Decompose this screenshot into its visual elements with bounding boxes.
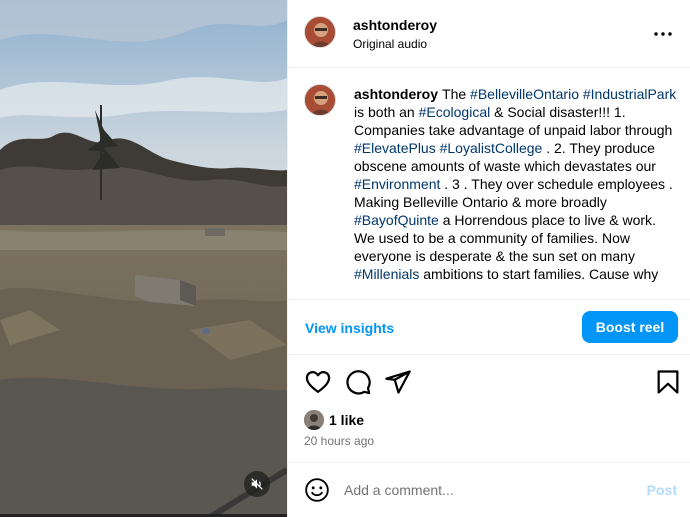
- caption-text-segment: is both an: [354, 104, 419, 120]
- profile-photo: [305, 85, 335, 115]
- hashtag-link[interactable]: #IndustrialPark: [583, 86, 676, 102]
- header-username[interactable]: ashtonderoy: [353, 17, 437, 33]
- comment-input[interactable]: [344, 477, 634, 503]
- emoji-icon[interactable]: [304, 477, 330, 503]
- audio-label[interactable]: Original audio: [353, 37, 427, 51]
- comment-icon[interactable]: [344, 368, 372, 396]
- mute-toggle-button[interactable]: [244, 471, 270, 497]
- bookmark-icon[interactable]: [654, 368, 682, 396]
- post-detail-panel: ashtonderoy Original audio ashtonderoy Th…: [287, 0, 690, 517]
- profile-photo: [305, 17, 335, 47]
- action-bar: [288, 368, 690, 398]
- video-frame: [0, 0, 287, 517]
- hashtag-link[interactable]: #BayofQuinte: [354, 212, 439, 228]
- heart-icon[interactable]: [304, 368, 332, 396]
- caption-text-segment: ambitions to start families. Cause why: [419, 266, 659, 282]
- caption-section: ashtonderoy The #BellevilleOntario #Indus…: [288, 69, 690, 299]
- hashtag-link[interactable]: #Millenials: [354, 266, 419, 282]
- reel-video[interactable]: [0, 0, 287, 517]
- hashtag-link[interactable]: #Environment: [354, 176, 440, 192]
- post-timestamp[interactable]: 20 hours ago: [304, 434, 374, 448]
- liker-photo: [304, 410, 324, 430]
- post-header: ashtonderoy Original audio: [288, 0, 690, 68]
- hashtag-link[interactable]: #ElevatePlus: [354, 140, 436, 156]
- avatar[interactable]: [304, 16, 336, 48]
- share-icon[interactable]: [384, 368, 412, 396]
- liker-avatar[interactable]: [304, 410, 324, 430]
- comment-composer: Post: [288, 462, 690, 517]
- caption-text-segment: The: [442, 86, 471, 102]
- post-comment-button[interactable]: Post: [647, 482, 677, 498]
- caption-avatar[interactable]: [304, 84, 336, 116]
- boost-reel-button[interactable]: Boost reel: [582, 311, 678, 343]
- hashtag-link[interactable]: #BellevilleOntario: [470, 86, 579, 102]
- likes-row: 1 like: [304, 410, 364, 430]
- more-options-icon[interactable]: [651, 22, 675, 46]
- caption-body: The #BellevilleOntario #IndustrialPark i…: [354, 86, 676, 282]
- view-insights-link[interactable]: View insights: [305, 320, 394, 336]
- caption-username[interactable]: ashtonderoy: [354, 86, 438, 102]
- like-count[interactable]: 1 like: [329, 412, 364, 428]
- muted-speaker-icon: [251, 478, 263, 490]
- hashtag-link[interactable]: #LoyalistCollege: [440, 140, 543, 156]
- caption-text: ashtonderoy The #BellevilleOntario #Indus…: [354, 85, 679, 283]
- hashtag-link[interactable]: #Ecological: [419, 104, 491, 120]
- insights-row: View insights Boost reel: [288, 299, 690, 355]
